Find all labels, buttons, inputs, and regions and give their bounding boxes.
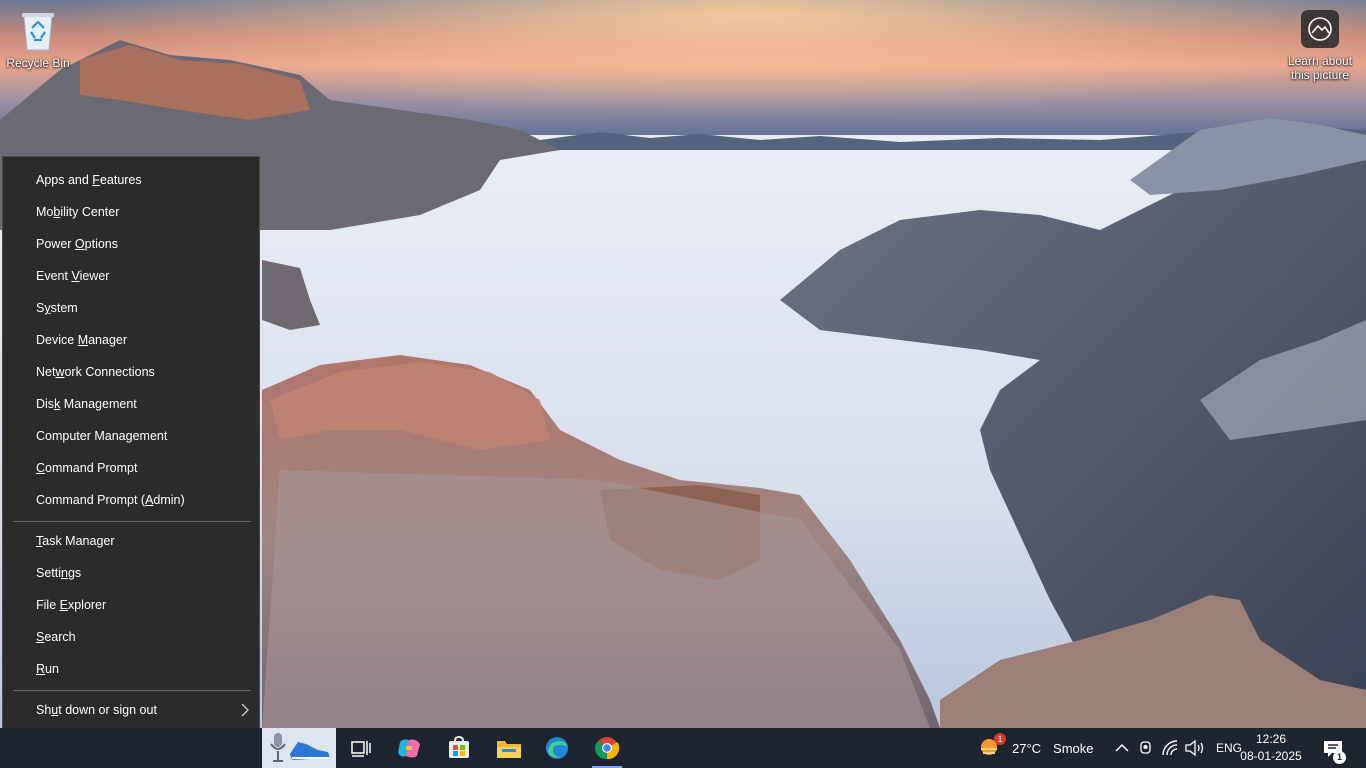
- menu-label: Task Manager: [36, 534, 115, 548]
- menu-item-task-manager[interactable]: Task Manager: [3, 526, 259, 556]
- menu-separator: [13, 690, 251, 691]
- menu-label: System: [36, 301, 78, 315]
- copilot-taskbar-button[interactable]: [386, 728, 432, 768]
- meet-now-icon[interactable]: [1136, 739, 1156, 757]
- menu-label: Event Viewer: [36, 269, 110, 283]
- weather-widget[interactable]: 1 27°C Smoke: [978, 728, 1094, 768]
- weather-alert-badge: 1: [994, 733, 1006, 745]
- task-view-icon: [351, 741, 371, 757]
- menu-label: Computer Management: [36, 429, 168, 443]
- speaker-volume-icon[interactable]: [1184, 739, 1206, 757]
- menu-item-power-options[interactable]: Power Options: [3, 229, 259, 259]
- weather-condition: Smoke: [1053, 740, 1094, 756]
- menu-item-computer-management[interactable]: Computer Management: [3, 421, 259, 451]
- learn-about-picture-desktop-icon[interactable]: Learn about this picture: [1282, 10, 1358, 82]
- menu-item-search[interactable]: Search: [3, 622, 259, 652]
- cortana-search-highlight[interactable]: [262, 728, 336, 768]
- chevron-up-icon[interactable]: [1112, 740, 1132, 756]
- learn-label-line1: Learn about: [1287, 54, 1353, 68]
- menu-label: File Explorer: [36, 598, 107, 612]
- menu-label: Shut down or sign out: [36, 703, 157, 717]
- notification-count-badge: 1: [1333, 751, 1346, 764]
- clock[interactable]: 12:26 08-01-2025: [1240, 731, 1302, 765]
- menu-item-command-prompt[interactable]: Command Prompt: [3, 453, 259, 483]
- menu-separator: [13, 521, 251, 522]
- menu-item-mobility-center[interactable]: Mobility Center: [3, 197, 259, 227]
- chrome-icon: [595, 737, 620, 760]
- microphone-icon: [270, 733, 286, 762]
- camera-info-icon: [1301, 10, 1339, 48]
- menu-label: Disk Management: [36, 397, 137, 411]
- wifi-icon[interactable]: [1160, 739, 1180, 757]
- learn-label-line2: this picture: [1290, 68, 1350, 82]
- chrome-taskbar-button[interactable]: [584, 728, 630, 768]
- clock-time: 12:26: [1255, 732, 1287, 746]
- recycle-bin-desktop-icon[interactable]: Recycle Bin: [2, 6, 74, 70]
- taskbar: 1 27°C Smoke ENG 12:26 08-01-2025 1: [0, 728, 1366, 768]
- menu-item-run[interactable]: Run: [3, 654, 259, 684]
- menu-item-settings[interactable]: Settings: [3, 558, 259, 588]
- menu-item-device-manager[interactable]: Device Manager: [3, 325, 259, 355]
- menu-label: Command Prompt: [36, 461, 138, 475]
- menu-label: Apps and Features: [36, 173, 142, 187]
- copilot-icon: [398, 739, 420, 758]
- store-icon: [449, 736, 469, 758]
- edge-taskbar-button[interactable]: [534, 728, 580, 768]
- edge-icon: [546, 737, 568, 759]
- weather-temperature: 27°C: [1012, 740, 1042, 756]
- weather-smoke-icon: 1: [978, 733, 1006, 761]
- menu-item-apps-and-features[interactable]: Apps and Features: [3, 165, 259, 195]
- menu-item-system[interactable]: System: [3, 293, 259, 323]
- folder-icon: [497, 741, 521, 758]
- menu-item-command-prompt-admin[interactable]: Command Prompt (Admin): [3, 485, 259, 515]
- recycle-bin-icon: [22, 13, 54, 51]
- menu-label: Command Prompt (Admin): [36, 493, 185, 507]
- sneakers-icon: [290, 742, 330, 760]
- microsoft-store-taskbar-button[interactable]: [436, 728, 482, 768]
- power-user-menu: Apps and Features Mobility Center Power …: [2, 156, 260, 765]
- menu-label: Network Connections: [36, 365, 155, 379]
- menu-label: Mobility Center: [36, 205, 120, 219]
- menu-item-disk-management[interactable]: Disk Management: [3, 389, 259, 419]
- task-view-button[interactable]: [338, 728, 384, 768]
- action-center-button[interactable]: 1: [1318, 736, 1348, 764]
- menu-label: Power Options: [36, 237, 118, 251]
- chevron-right-icon: [241, 703, 249, 717]
- system-tray: ENG: [1112, 728, 1242, 768]
- clock-date: 08-01-2025: [1240, 749, 1302, 763]
- menu-label: Device Manager: [36, 333, 128, 347]
- menu-item-file-explorer[interactable]: File Explorer: [3, 590, 259, 620]
- recycle-bin-label: Recycle Bin: [6, 56, 70, 70]
- menu-label: Settings: [36, 566, 82, 580]
- language-indicator[interactable]: ENG: [1216, 741, 1242, 755]
- menu-label: Search: [36, 630, 76, 644]
- file-explorer-taskbar-button[interactable]: [486, 728, 532, 768]
- menu-item-shut-down-or-sign-out[interactable]: Shut down or sign out: [3, 695, 259, 725]
- menu-item-network-connections[interactable]: Network Connections: [3, 357, 259, 387]
- menu-item-event-viewer[interactable]: Event Viewer: [3, 261, 259, 291]
- menu-label: Run: [36, 662, 59, 676]
